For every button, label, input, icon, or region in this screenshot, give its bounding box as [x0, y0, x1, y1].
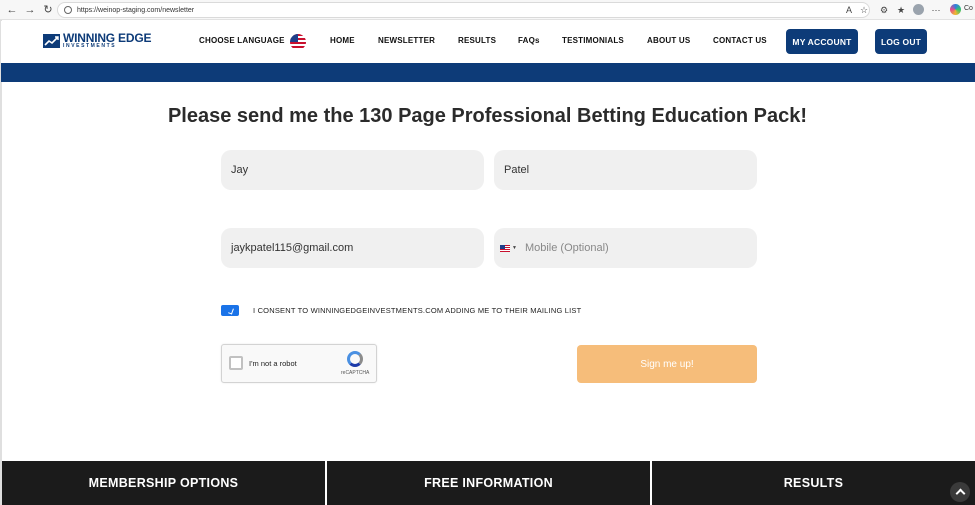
footer-free-information[interactable]: FREE INFORMATION	[327, 461, 650, 505]
back-arrow-icon[interactable]: ←	[3, 1, 21, 19]
profile-avatar[interactable]	[913, 4, 924, 15]
first-name-field[interactable]: Jay	[221, 150, 484, 190]
scroll-to-top-icon[interactable]	[950, 482, 970, 502]
copilot-icon[interactable]	[950, 4, 961, 15]
us-flag-icon[interactable]	[290, 34, 306, 50]
browser-toolbar: ← → ↻ https://weinop-staging.com/newslet…	[0, 0, 975, 20]
nav-choose-language[interactable]: CHOOSE LANGUAGE	[199, 36, 285, 45]
address-bar[interactable]: https://weinop-staging.com/newsletter	[57, 2, 870, 18]
extensions-icon[interactable]: ⚙	[877, 3, 891, 17]
first-name-value: Jay	[231, 164, 249, 176]
nav-results[interactable]: RESULTS	[458, 36, 496, 45]
us-flag-icon[interactable]	[500, 244, 510, 252]
read-aloud-icon[interactable]: A	[842, 3, 856, 17]
site-logo[interactable]: WINNING EDGE INVESTMENTS	[43, 32, 151, 49]
nav-contact-us[interactable]: CONTACT US	[713, 36, 767, 45]
site-header: WINNING EDGE INVESTMENTS CHOOSE LANGUAGE…	[1, 21, 975, 63]
favorite-star-icon[interactable]: ☆	[857, 3, 871, 17]
header-accent-band	[1, 63, 975, 82]
page-title: Please send me the 130 Page Professional…	[167, 105, 808, 127]
mobile-placeholder: Mobile (Optional)	[524, 242, 609, 254]
nav-faqs[interactable]: FAQs	[518, 36, 540, 45]
email-value: jaykpatel115@gmail.com	[231, 242, 354, 254]
my-account-button[interactable]: MY ACCOUNT	[786, 29, 858, 54]
consent-checkbox[interactable]	[221, 305, 239, 316]
log-out-button[interactable]: LOG OUT	[875, 29, 927, 54]
reload-icon[interactable]: ↻	[39, 1, 57, 19]
mobile-field[interactable]: ▼ Mobile (Optional)	[494, 228, 757, 268]
email-field[interactable]: jaykpatel115@gmail.com	[221, 228, 484, 268]
logo-subtitle: INVESTMENTS	[63, 43, 117, 49]
address-url: https://weinop-staging.com/newsletter	[77, 6, 195, 14]
sign-me-up-button[interactable]: Sign me up!	[577, 345, 757, 383]
recaptcha-logo-icon	[347, 351, 363, 367]
favorites-icon[interactable]: ★	[894, 3, 908, 17]
recaptcha-brand: reCAPTCHA	[341, 370, 370, 376]
lock-icon	[64, 6, 72, 14]
nav-newsletter[interactable]: NEWSLETTER	[378, 36, 435, 45]
recaptcha-label: I'm not a robot	[249, 359, 297, 368]
consent-label: I CONSENT TO WINNINGEDGEINVESTMENTS.COM …	[253, 306, 582, 315]
nav-home[interactable]: HOME	[330, 36, 355, 45]
chevron-down-icon[interactable]: ▼	[512, 245, 517, 251]
nav-testimonials[interactable]: TESTIMONIALS	[562, 36, 624, 45]
nav-about-us[interactable]: ABOUT US	[647, 36, 690, 45]
window-edge	[0, 20, 2, 505]
last-name-value: Patel	[504, 164, 530, 176]
chart-trend-icon	[43, 33, 60, 48]
last-name-field[interactable]: Patel	[494, 150, 757, 190]
copilot-label: Co	[964, 5, 973, 12]
footer-membership-options[interactable]: MEMBERSHIP OPTIONS	[2, 461, 325, 505]
recaptcha-widget: I'm not a robot reCAPTCHA	[221, 344, 377, 383]
footer-results[interactable]: RESULTS	[652, 461, 975, 505]
more-menu-icon[interactable]: ⋯	[929, 3, 943, 17]
forward-arrow-icon[interactable]: →	[21, 1, 39, 19]
recaptcha-checkbox[interactable]	[229, 356, 243, 370]
